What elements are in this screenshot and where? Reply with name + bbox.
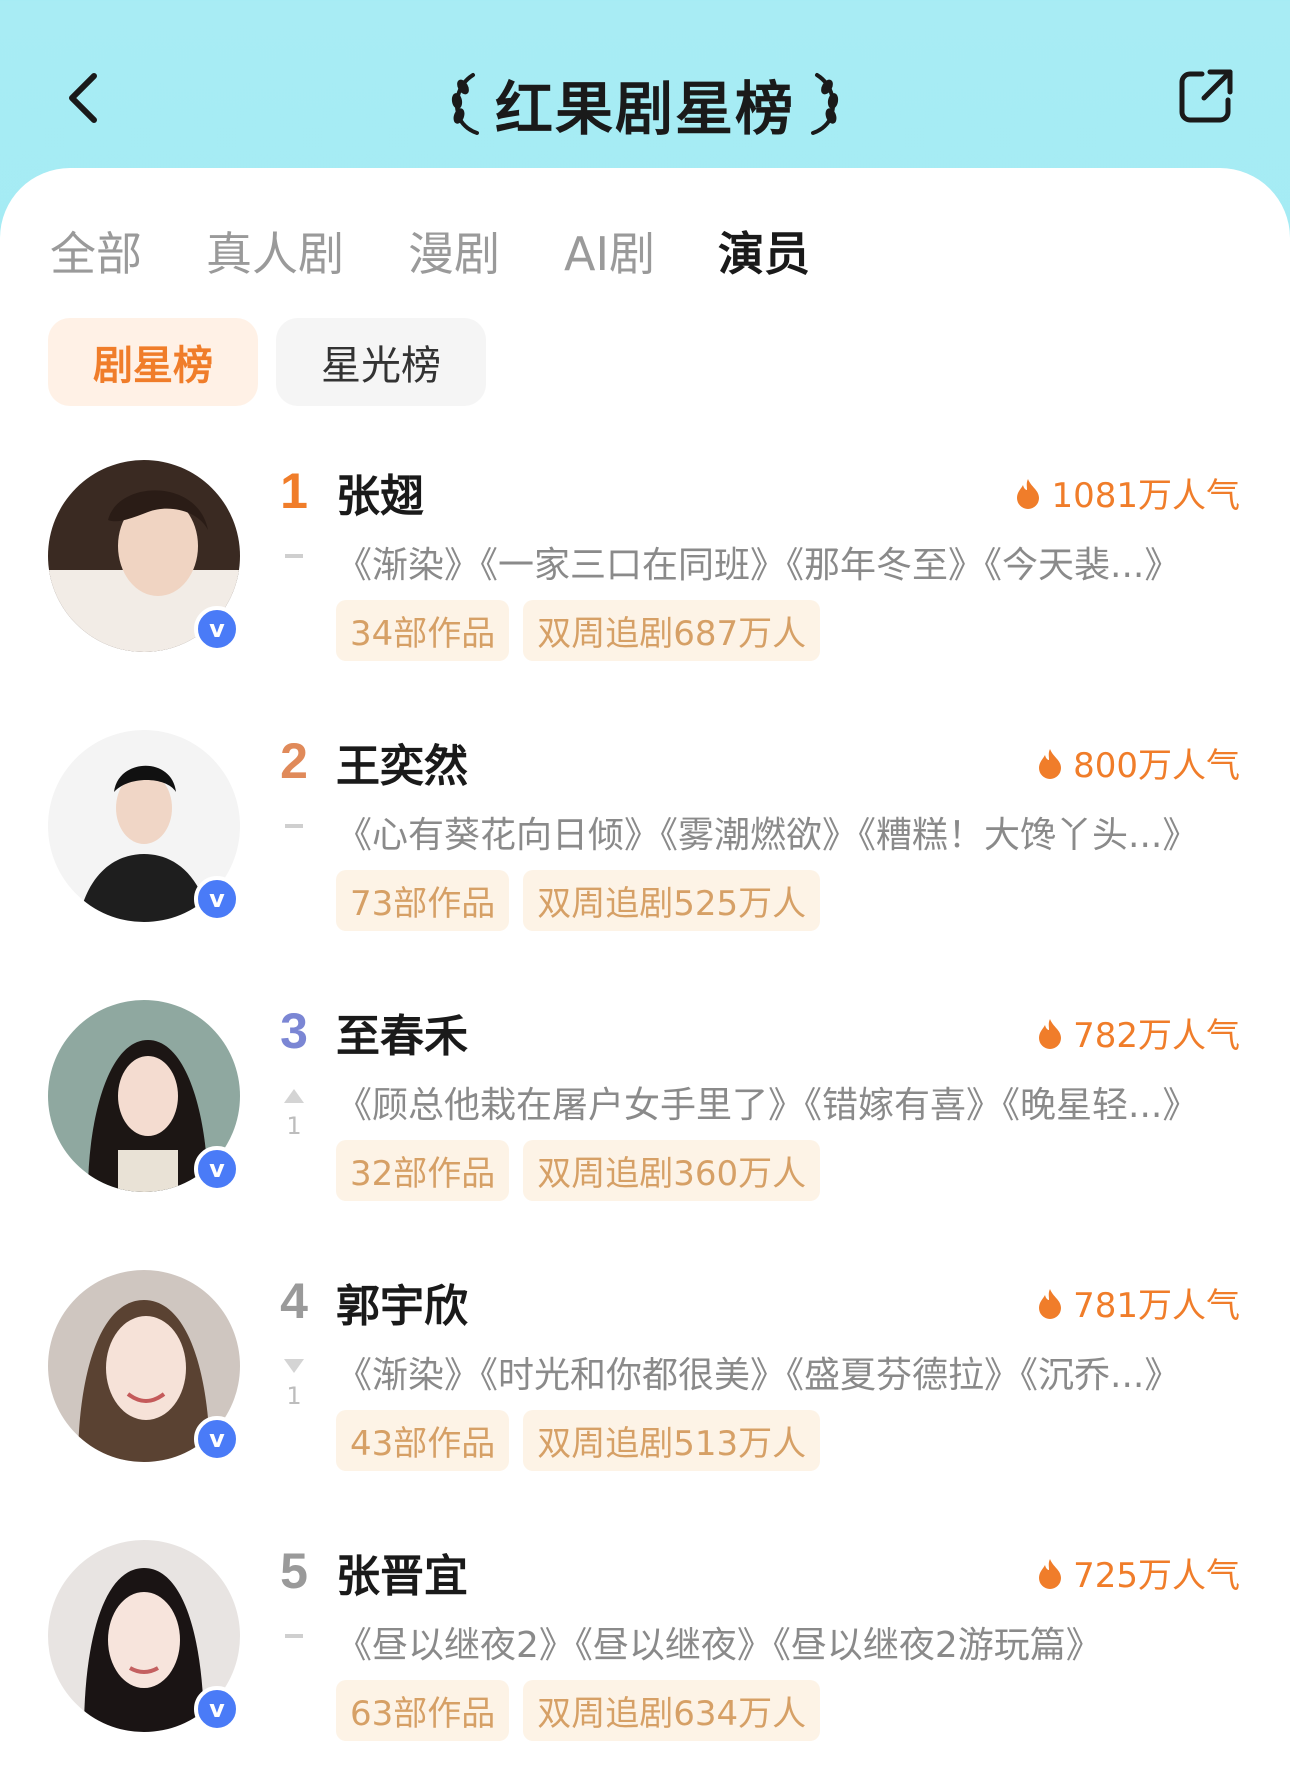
tab-ai[interactable]: AI剧: [564, 218, 655, 284]
works-count-chip: 63部作品: [336, 1680, 510, 1741]
works-list: 《顾总他栽在屠户女手里了》《错嫁有喜》《晚星轻...》: [336, 1085, 1199, 1126]
trend-indicator: [278, 1628, 310, 1638]
laurel-left-icon: [451, 73, 479, 135]
flame-icon: [1039, 1558, 1062, 1589]
popularity: 782万人气: [1037, 1008, 1240, 1057]
subtab-drama-star-rank[interactable]: 剧星榜: [48, 318, 258, 406]
trend-indicator: 1: [278, 1358, 310, 1410]
rank-number: 2: [280, 733, 308, 789]
stats-chips: 34部作品 双周追剧687万人: [336, 600, 821, 661]
popularity-value: 782万人气: [1073, 1016, 1240, 1056]
works-count-chip: 32部作品: [336, 1140, 510, 1201]
stats-chips: 73部作品 双周追剧525万人: [336, 870, 821, 931]
laurel-right-icon: [811, 73, 839, 135]
stats-chips: 43部作品 双周追剧513万人: [336, 1410, 821, 1471]
popularity: 800万人气: [1037, 738, 1240, 787]
popularity: 1081万人气: [1015, 468, 1240, 517]
weekly-viewers-chip: 双周追剧513万人: [523, 1410, 821, 1471]
trend-indicator: [278, 818, 310, 828]
tab-actors[interactable]: 演员: [718, 218, 810, 284]
list-item[interactable]: v 1 张翅 1081万人气 《渐染》《一家三口在同班》《那年冬至》《今天裴..…: [0, 460, 1290, 670]
popularity-value: 725万人气: [1073, 1556, 1240, 1596]
flame-icon: [1039, 1018, 1062, 1049]
subtab-starlight-rank[interactable]: 星光榜: [276, 318, 486, 406]
trend-change: 1: [286, 1382, 302, 1410]
popularity-value: 1081万人气: [1051, 476, 1240, 516]
popularity-value: 781万人气: [1073, 1286, 1240, 1326]
rank-number: 4: [280, 1273, 308, 1329]
works-count-chip: 73部作品: [336, 870, 510, 931]
trend-flat-icon: [285, 824, 303, 828]
trend-indicator: 1: [278, 1088, 310, 1140]
works-count-chip: 43部作品: [336, 1410, 510, 1471]
rank-number: 3: [280, 1003, 308, 1059]
weekly-viewers-chip: 双周追剧525万人: [523, 870, 821, 931]
rank-number: 1: [280, 463, 308, 519]
list-item[interactable]: v 4 1 郭宇欣 781万人气 《渐染》《时光和你都很美》《盛夏芬德拉》《沉乔…: [0, 1270, 1290, 1480]
flame-icon: [1039, 748, 1062, 779]
share-button[interactable]: [1176, 66, 1236, 126]
popularity-value: 800万人气: [1073, 746, 1240, 786]
tab-all[interactable]: 全部: [50, 218, 142, 284]
verified-icon: v: [194, 1686, 240, 1732]
flame-icon: [1039, 1288, 1062, 1319]
page-title: 红果剧星榜: [494, 75, 795, 143]
actor-name: 至春禾: [336, 1011, 468, 1062]
rank-number: 5: [280, 1543, 308, 1599]
trend-down-icon: [284, 1359, 304, 1373]
trend-change: 1: [286, 1112, 302, 1140]
verified-icon: v: [194, 876, 240, 922]
list-item[interactable]: v 3 1 至春禾 782万人气 《顾总他栽在屠户女手里了》《错嫁有喜》《晚星轻…: [0, 1000, 1290, 1210]
trend-flat-icon: [285, 1634, 303, 1638]
tab-live-action[interactable]: 真人剧: [206, 218, 344, 284]
verified-icon: v: [194, 606, 240, 652]
stats-chips: 32部作品 双周追剧360万人: [336, 1140, 821, 1201]
trend-indicator: [278, 548, 310, 558]
list-item[interactable]: v 5 张晋宜 725万人气 《昼以继夜2》《昼以继夜》《昼以继夜2游玩篇》 6…: [0, 1540, 1290, 1750]
actor-name: 郭宇欣: [336, 1281, 468, 1332]
works-list: 《昼以继夜2》《昼以继夜》《昼以继夜2游玩篇》: [336, 1625, 1102, 1666]
flame-icon: [1017, 478, 1040, 509]
weekly-viewers-chip: 双周追剧634万人: [523, 1680, 821, 1741]
weekly-viewers-chip: 双周追剧687万人: [523, 600, 821, 661]
works-list: 《渐染》《一家三口在同班》《那年冬至》《今天裴...》: [336, 545, 1181, 586]
tab-comic[interactable]: 漫剧: [408, 218, 500, 284]
page-title-wrap: 红果剧星榜: [0, 64, 1290, 144]
works-list: 《心有葵花向日倾》《雾潮燃欲》《糟糕！大馋丫头...》: [336, 815, 1199, 856]
actor-name: 王奕然: [336, 741, 468, 792]
trend-up-icon: [284, 1089, 304, 1103]
actor-name: 张翅: [336, 471, 424, 522]
works-list: 《渐染》《时光和你都很美》《盛夏芬德拉》《沉乔...》: [336, 1355, 1181, 1396]
stats-chips: 63部作品 双周追剧634万人: [336, 1680, 821, 1741]
share-icon: [1179, 69, 1233, 123]
trend-flat-icon: [285, 554, 303, 558]
popularity: 725万人气: [1037, 1548, 1240, 1597]
popularity: 781万人气: [1037, 1278, 1240, 1327]
works-count-chip: 34部作品: [336, 600, 510, 661]
actor-name: 张晋宜: [336, 1551, 468, 1602]
verified-icon: v: [194, 1416, 240, 1462]
weekly-viewers-chip: 双周追剧360万人: [523, 1140, 821, 1201]
verified-icon: v: [194, 1146, 240, 1192]
list-item[interactable]: v 2 王奕然 800万人气 《心有葵花向日倾》《雾潮燃欲》《糟糕！大馋丫头..…: [0, 730, 1290, 940]
